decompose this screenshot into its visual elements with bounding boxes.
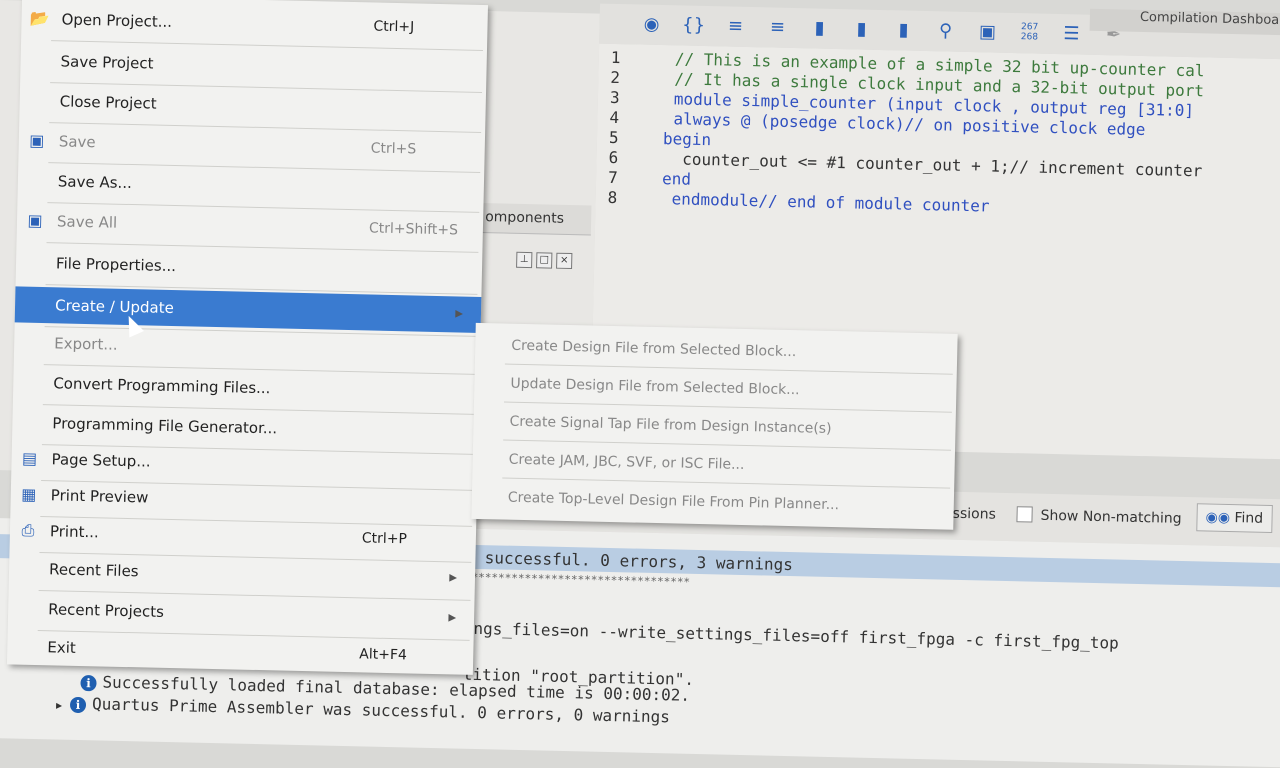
line-number: 4 <box>609 107 620 128</box>
line-number: 6 <box>608 147 619 168</box>
bookmark-next-icon[interactable]: ▮ <box>849 18 873 41</box>
message-line[interactable]: ings_files=on --write_settings_files=off… <box>464 619 1119 653</box>
find-label: Find <box>1234 510 1264 527</box>
submenu-arrow-icon: ▶ <box>455 308 464 320</box>
printer-icon: ⎙ <box>21 520 35 540</box>
line-number: 3 <box>609 87 620 108</box>
menu-item-label: Save All <box>56 212 118 232</box>
menu-item-label: Print... <box>49 522 99 542</box>
menu-item-shortcut: Alt+F4 <box>359 646 408 664</box>
line-counter-icon[interactable]: 267 268 <box>1017 22 1041 45</box>
save-icon: ▣ <box>29 130 45 151</box>
expand-arrow-icon[interactable]: ▶ <box>56 700 62 711</box>
find-button[interactable]: ◉◉ Find <box>1196 503 1273 533</box>
unindent-icon[interactable]: ≡ <box>765 16 789 39</box>
block-icon[interactable]: ▣ <box>975 21 999 44</box>
components-panel-title: omponents <box>480 202 592 236</box>
menu-item-label: Print Preview <box>50 486 149 507</box>
info-icon: i <box>80 675 97 692</box>
open-folder-icon: 📂 <box>29 8 50 29</box>
file-menu-item-save[interactable]: ▣ Save Ctrl+S <box>18 122 485 169</box>
close-icon[interactable]: × <box>556 252 573 270</box>
line-number: 8 <box>607 187 618 208</box>
create-update-submenu: Create Design File from Selected Block..… <box>471 322 958 530</box>
line-counter-top: 267 <box>1020 22 1039 33</box>
menu-item-label: Page Setup... <box>51 450 151 471</box>
submenu-item[interactable]: Create JAM, JBC, SVF, or ISC File... <box>508 442 745 483</box>
code-line[interactable]: begin <box>663 129 712 149</box>
menu-item-label: Recent Projects <box>47 600 165 621</box>
menu-item-label: Create / Update <box>54 296 175 318</box>
info-icon: i <box>69 696 87 714</box>
float-icon[interactable]: □ <box>536 252 553 269</box>
file-menu-item-save-all[interactable]: ▣ Save All Ctrl+Shift+S <box>17 202 484 249</box>
line-number: 2 <box>610 67 621 88</box>
line-number: 7 <box>607 167 618 188</box>
submenu-arrow-icon: ▶ <box>448 612 457 624</box>
menu-item-label: Save Project <box>60 52 154 73</box>
file-menu-item-save-as[interactable]: Save As... <box>18 162 485 209</box>
file-menu-item-convert-programming-files[interactable]: Convert Programming Files... <box>13 364 480 411</box>
menu-item-shortcut: Ctrl+J <box>373 18 415 36</box>
submenu-arrow-icon: ▶ <box>449 572 458 584</box>
menu-item-shortcut: Ctrl+Shift+S <box>368 220 459 239</box>
line-number: 5 <box>608 127 619 148</box>
menu-item-label: File Properties... <box>55 254 177 276</box>
show-nonmatching-checkbox[interactable] <box>1016 506 1033 523</box>
menu-item-shortcut: Ctrl+S <box>370 140 417 158</box>
braces-icon[interactable]: {} <box>681 14 705 37</box>
bookmark-icon[interactable]: ▮ <box>807 17 831 40</box>
menu-item-label: Save As... <box>57 172 133 193</box>
find-icon[interactable]: ◉ <box>639 14 663 37</box>
menu-item-label: Export... <box>54 334 118 354</box>
panel-controls: ⊥ □ × <box>516 251 573 270</box>
menu-item-label: Recent Files <box>48 560 139 581</box>
save-all-icon: ▣ <box>27 210 43 231</box>
line-number: 1 <box>610 47 621 68</box>
message-line[interactable]: ********************************** <box>465 571 690 589</box>
print-preview-icon: ▦ <box>21 484 37 504</box>
line-counter-bottom: 268 <box>1020 32 1039 43</box>
page-setup-icon: ▤ <box>21 448 38 468</box>
file-menu-item-open-project[interactable]: 📂 Open Project... Ctrl+J <box>21 0 488 47</box>
list-icon[interactable]: ☰ <box>1059 23 1083 46</box>
file-menu: 📂 Open Project... Ctrl+J Save Project Close … <box>6 0 489 675</box>
menu-item-label: Convert Programming Files... <box>53 374 271 398</box>
attach-icon[interactable]: ⚲ <box>933 20 957 43</box>
bookmark-prev-icon[interactable]: ▮ <box>891 19 915 42</box>
menu-item-label: Save <box>58 132 96 152</box>
submenu-item[interactable]: Create Top-Level Design File From Pin Pl… <box>507 480 840 524</box>
menu-item-label: Open Project... <box>61 10 173 31</box>
menu-item-label: Close Project <box>59 92 157 113</box>
pin-icon[interactable]: ⊥ <box>516 251 533 269</box>
code-line[interactable]: end <box>662 169 691 189</box>
binoculars-icon: ◉◉ <box>1205 509 1231 527</box>
menu-item-label: Programming File Generator... <box>52 414 278 438</box>
menu-item-shortcut: Ctrl+P <box>361 530 408 548</box>
file-menu-item-close-project[interactable]: Close Project <box>19 82 486 129</box>
menu-item-label: Exit <box>47 638 76 657</box>
show-nonmatching-label: Show Non-matching <box>1040 507 1182 527</box>
indent-icon[interactable]: ≡ <box>723 15 747 38</box>
